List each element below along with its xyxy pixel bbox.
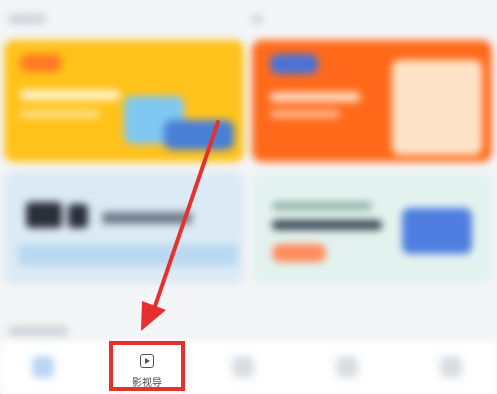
play-icon	[140, 354, 154, 368]
arrow-shaft	[150, 120, 220, 317]
tab-player-highlighted[interactable]: 影视导	[109, 341, 185, 391]
arrow-head	[141, 301, 166, 331]
tab-player-label: 影视导	[132, 378, 162, 389]
annotation-arrow	[141, 120, 220, 331]
